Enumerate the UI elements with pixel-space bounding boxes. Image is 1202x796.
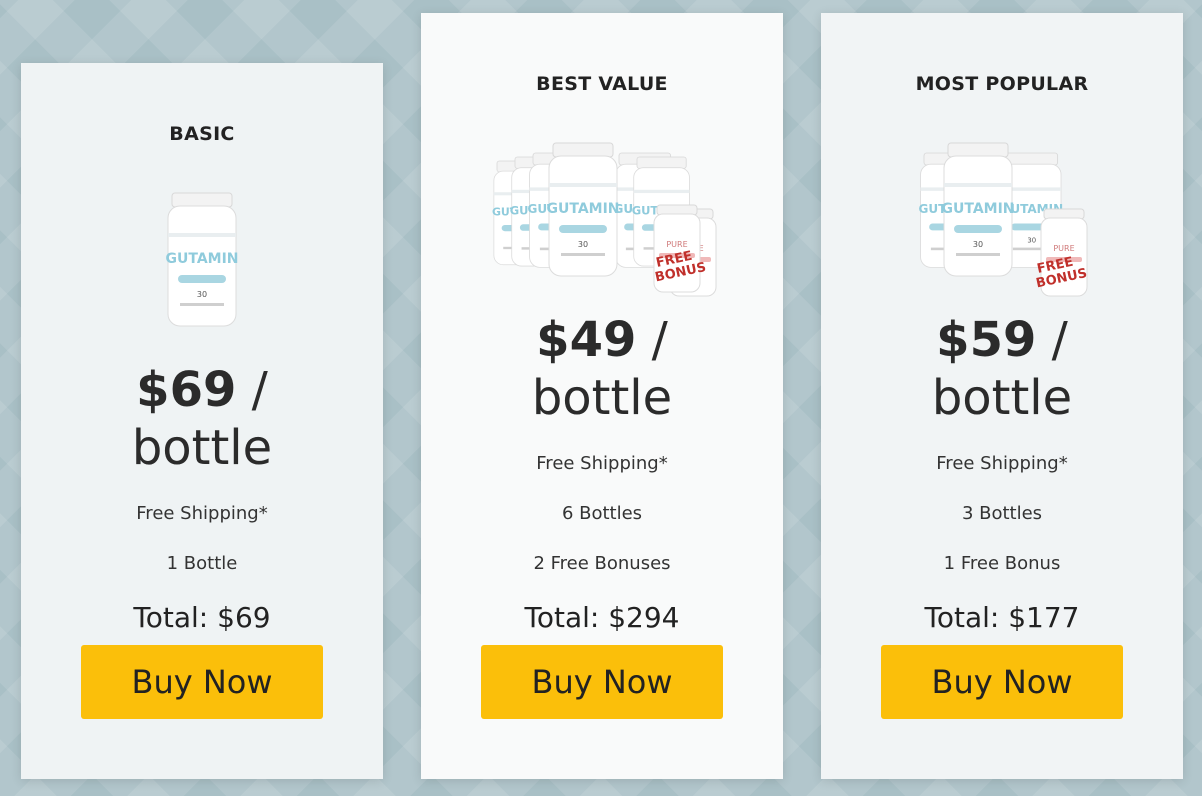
product-image-single-bottle — [164, 192, 240, 327]
shipping-text: Free Shipping* — [136, 503, 268, 524]
plan-tier-label: BEST VALUE — [536, 73, 668, 95]
price-amount: $69 — [136, 362, 237, 418]
bonus-count: 2 Free Bonuses — [533, 553, 671, 574]
product-image-six-bottles: FREE BONUS — [491, 142, 717, 297]
price-separator: / — [636, 312, 668, 368]
price-separator: / — [236, 362, 268, 418]
plan-card-best-value: BEST VALUE FREE BONUS $49 / bottle Free … — [421, 13, 783, 779]
shipping-text: Free Shipping* — [536, 453, 668, 474]
bottle-count: 6 Bottles — [561, 503, 643, 524]
price-amount: $59 — [936, 312, 1037, 368]
plan-price: $49 / bottle — [421, 311, 783, 427]
buy-now-button[interactable]: Buy Now — [81, 645, 323, 719]
price-separator: / — [1036, 312, 1068, 368]
price-unit: bottle — [931, 370, 1073, 426]
price-amount: $49 — [536, 312, 637, 368]
buy-now-button[interactable]: Buy Now — [481, 645, 723, 719]
plan-card-most-popular: MOST POPULAR FREE BONUS $59 / bottle Fre… — [821, 13, 1183, 779]
plan-tier-label: BASIC — [169, 123, 235, 145]
price-unit: bottle — [131, 420, 273, 476]
bottle-count: 3 Bottles — [961, 503, 1043, 524]
product-image-three-bottles: FREE BONUS — [917, 142, 1088, 297]
shipping-text: Free Shipping* — [936, 453, 1068, 474]
plan-card-basic: BASIC $69 / bottle Free Shipping* 1 Bott… — [21, 63, 383, 779]
plan-total: Total: $294 — [524, 601, 680, 634]
plan-total: Total: $69 — [133, 601, 271, 634]
plan-price: $59 / bottle — [821, 311, 1183, 427]
price-unit: bottle — [531, 370, 673, 426]
bottle-count: 1 Bottle — [166, 553, 238, 574]
plan-total: Total: $177 — [924, 601, 1080, 634]
plan-tier-label: MOST POPULAR — [915, 73, 1089, 95]
plan-price: $69 / bottle — [21, 361, 383, 477]
buy-now-button[interactable]: Buy Now — [881, 645, 1123, 719]
bonus-count: 1 Free Bonus — [943, 553, 1061, 574]
